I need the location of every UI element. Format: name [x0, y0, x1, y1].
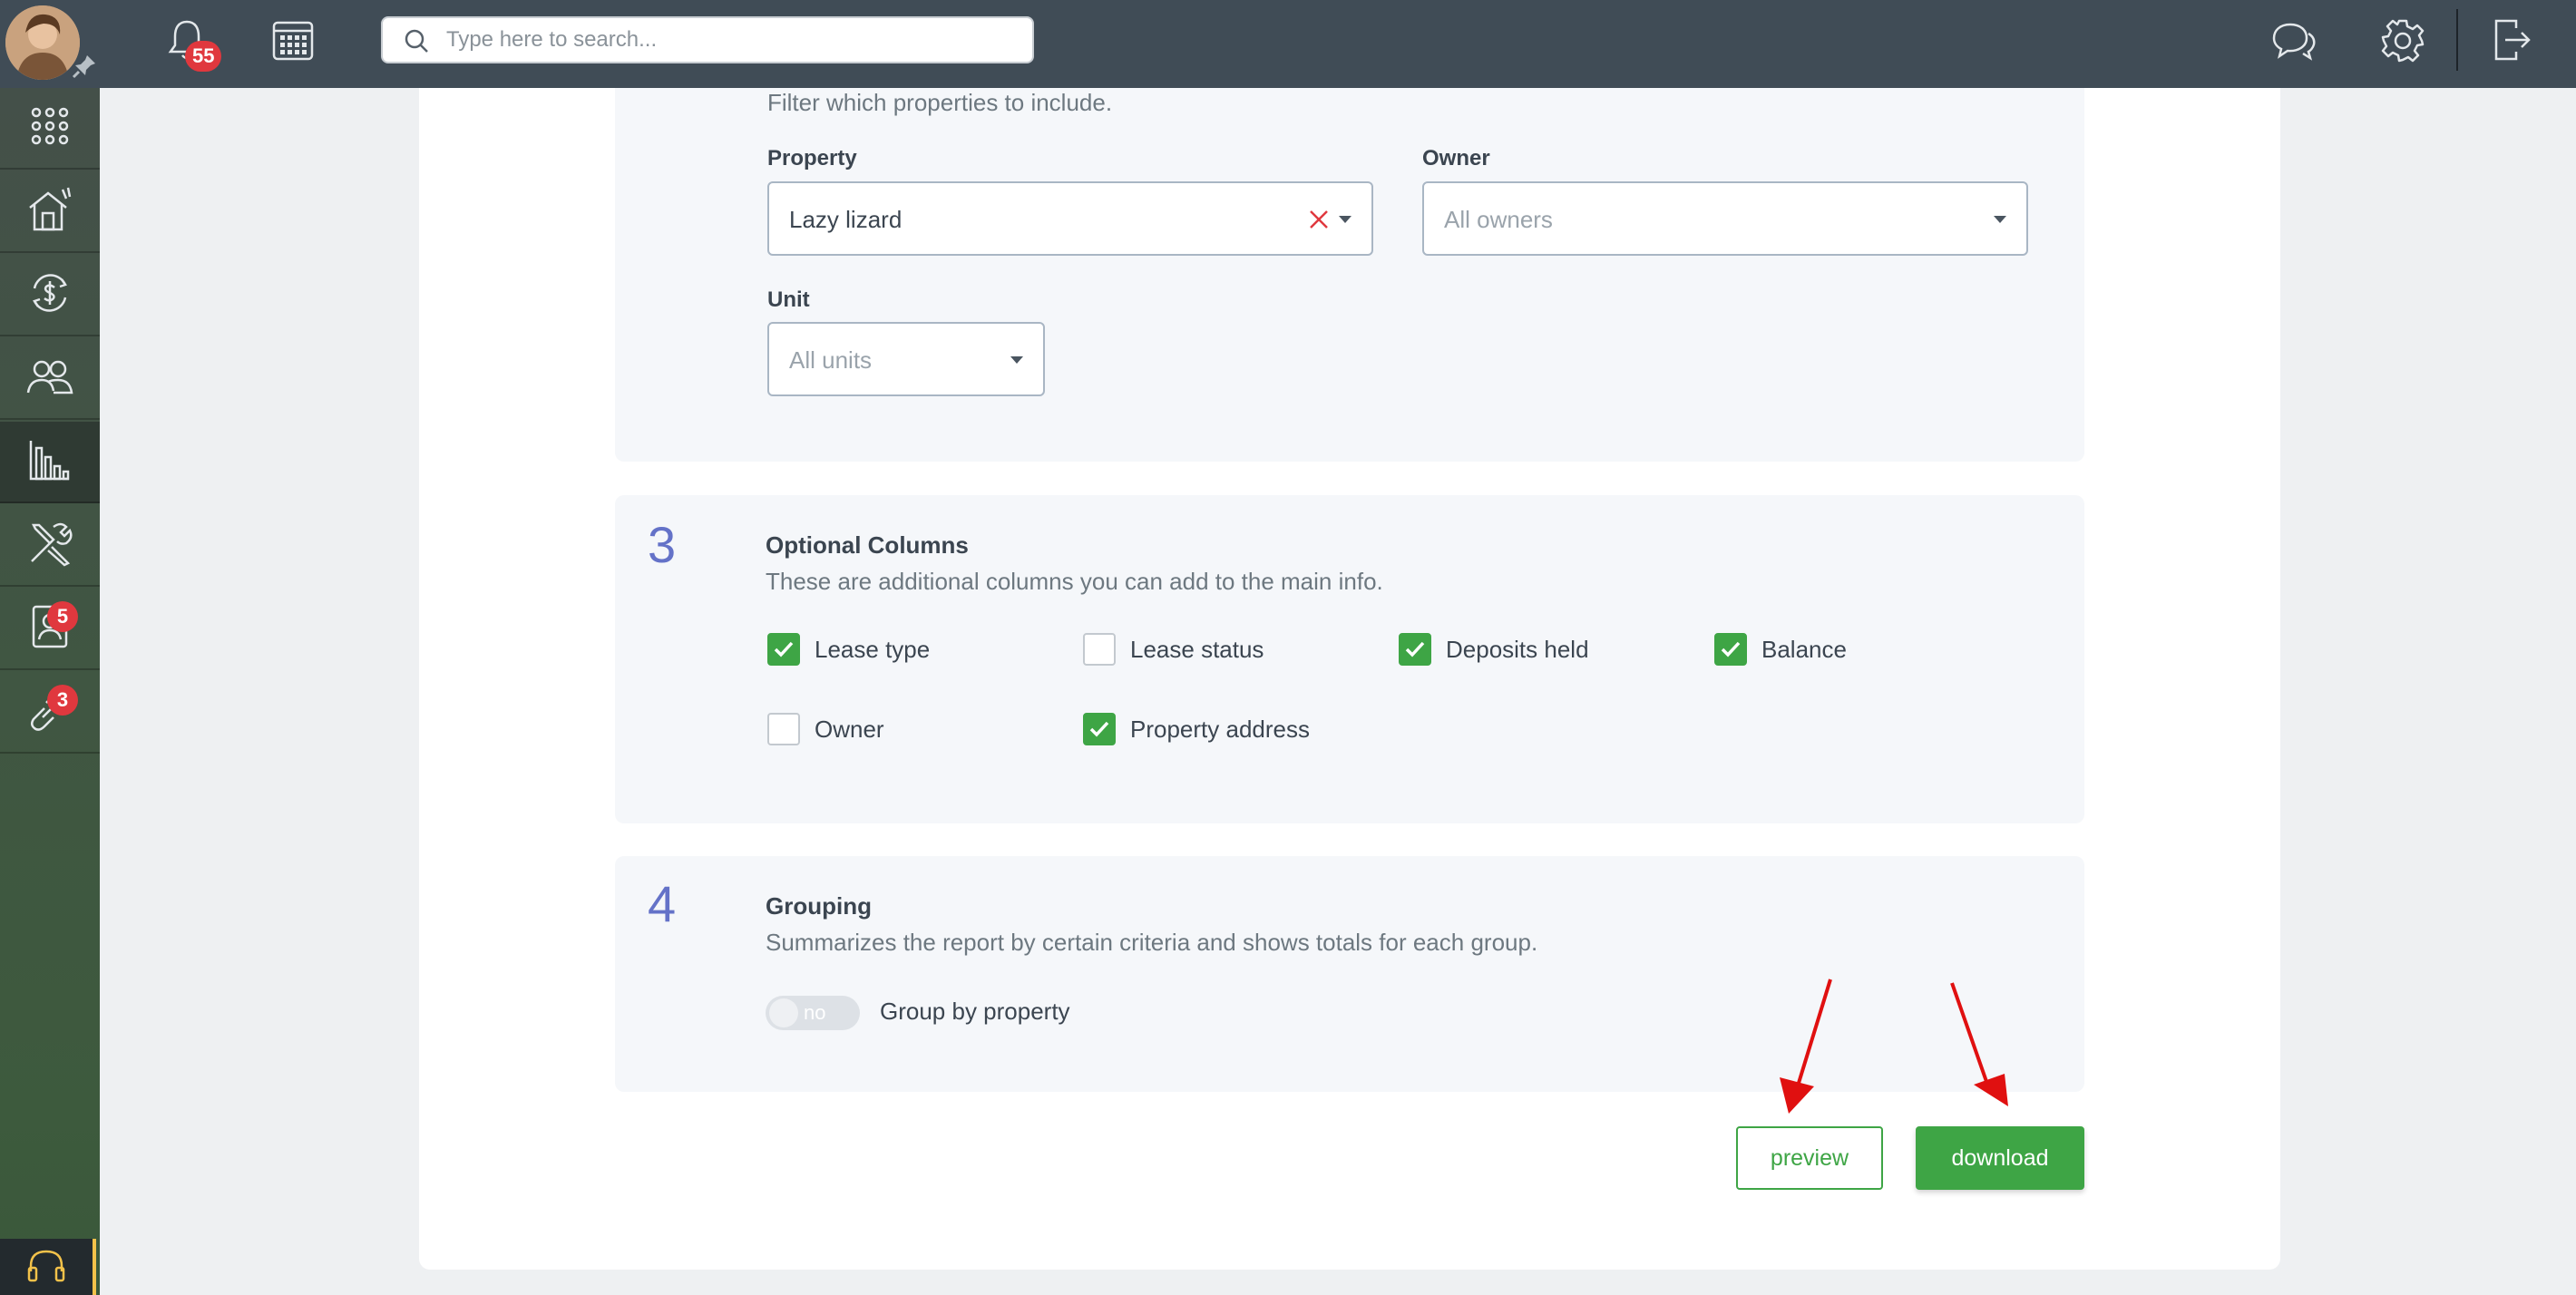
sidebar-item-reports[interactable]	[0, 422, 100, 503]
owner-select[interactable]: All owners	[1422, 181, 2028, 256]
unit-label: Unit	[767, 287, 810, 312]
checkbox-label: Property address	[1130, 715, 1310, 743]
pin-icon[interactable]	[71, 53, 98, 80]
chat-icon[interactable]	[2269, 18, 2318, 63]
headset-icon	[25, 1244, 67, 1290]
optional-columns-section: 3 Optional Columns These are additional …	[615, 495, 2084, 823]
people-icon	[26, 355, 73, 403]
property-select[interactable]: Lazy lizard	[767, 181, 1373, 256]
checkbox-box[interactable]	[767, 713, 800, 745]
sidebar-item-accounting[interactable]	[0, 255, 100, 336]
top-bar: 55	[0, 0, 2576, 88]
checkbox-owner[interactable]: Owner	[767, 713, 884, 745]
chevron-down-icon	[1010, 356, 1023, 364]
owner-label: Owner	[1422, 146, 1490, 170]
annotation-arrow-preview	[1780, 979, 1832, 1114]
checkbox-label: Lease type	[815, 635, 931, 663]
search-icon	[403, 27, 430, 59]
owner-placeholder: All owners	[1444, 206, 1553, 233]
checkbox-box[interactable]	[1399, 633, 1431, 666]
section-title: Grouping	[766, 892, 872, 920]
annotation-arrow-download	[1950, 982, 2008, 1106]
accounting-dollar-icon	[27, 270, 73, 320]
checkbox-box[interactable]	[1083, 713, 1116, 745]
maintenance-tools-icon	[26, 520, 73, 571]
topbar-divider	[2456, 9, 2458, 71]
sidebar-item-properties[interactable]	[0, 171, 100, 253]
checkbox-box[interactable]	[1083, 633, 1116, 666]
unit-select[interactable]: All units	[767, 322, 1045, 396]
user-avatar[interactable]	[5, 5, 80, 80]
section-number: 3	[648, 516, 677, 573]
checkbox-label: Owner	[815, 715, 884, 743]
sidebar-item-apps[interactable]	[0, 88, 100, 170]
section-number: 4	[648, 875, 677, 932]
sidebar-item-people[interactable]	[0, 338, 100, 420]
checkbox-box[interactable]	[767, 633, 800, 666]
sidebar-item-integrations[interactable]	[0, 672, 100, 754]
checkbox-lease-status[interactable]: Lease status	[1083, 633, 1264, 666]
checkbox-deposits-held[interactable]: Deposits held	[1399, 633, 1589, 666]
preview-button[interactable]: preview	[1736, 1126, 1883, 1190]
chevron-down-icon	[1339, 216, 1351, 223]
notifications-count-badge: 55	[185, 41, 222, 72]
filters-description: Filter which properties to include.	[767, 89, 1113, 116]
section-description: Summarizes the report by certain criteri…	[766, 929, 1538, 956]
search-input[interactable]	[446, 25, 1009, 54]
leasing-count-badge: 5	[47, 601, 78, 632]
sidebar-item-maintenance[interactable]	[0, 505, 100, 587]
property-selected-value: Lazy lizard	[789, 206, 903, 233]
apps-grid-icon	[30, 106, 70, 151]
checkbox-balance[interactable]: Balance	[1714, 633, 1847, 666]
checkbox-property-address[interactable]: Property address	[1083, 713, 1310, 745]
sidebar: 5 3	[0, 88, 100, 1295]
group-by-property-toggle[interactable]: no	[766, 996, 860, 1030]
toggle-state-text: no	[804, 1001, 826, 1024]
calendar-icon[interactable]	[270, 18, 316, 63]
reports-chart-icon	[27, 437, 73, 487]
sidebar-item-leasing[interactable]	[0, 589, 100, 670]
group-by-property-label: Group by property	[880, 998, 1070, 1025]
support-button[interactable]	[0, 1239, 96, 1295]
clear-icon[interactable]	[1306, 207, 1332, 232]
checkbox-lease-type[interactable]: Lease type	[767, 633, 930, 666]
integrations-count-badge: 3	[47, 685, 78, 716]
checkbox-label: Balance	[1761, 635, 1847, 663]
checkbox-label: Lease status	[1130, 635, 1264, 663]
grouping-section: 4 Grouping Summarizes the report by cert…	[615, 856, 2084, 1092]
section-description: These are additional columns you can add…	[766, 568, 1383, 595]
unit-placeholder: All units	[789, 346, 873, 374]
checkbox-label: Deposits held	[1446, 635, 1589, 663]
checkbox-box[interactable]	[1714, 633, 1747, 666]
properties-house-icon	[26, 186, 73, 238]
settings-gear-icon[interactable]	[2378, 16, 2427, 65]
download-button[interactable]: download	[1916, 1126, 2084, 1190]
chevron-down-icon	[1994, 216, 2006, 223]
section-title: Optional Columns	[766, 531, 969, 559]
logout-icon[interactable]	[2491, 16, 2534, 63]
filters-section: Filter which properties to include. Prop…	[615, 88, 2084, 462]
toggle-knob	[769, 998, 798, 1027]
property-label: Property	[767, 146, 857, 170]
global-search[interactable]	[381, 16, 1034, 63]
